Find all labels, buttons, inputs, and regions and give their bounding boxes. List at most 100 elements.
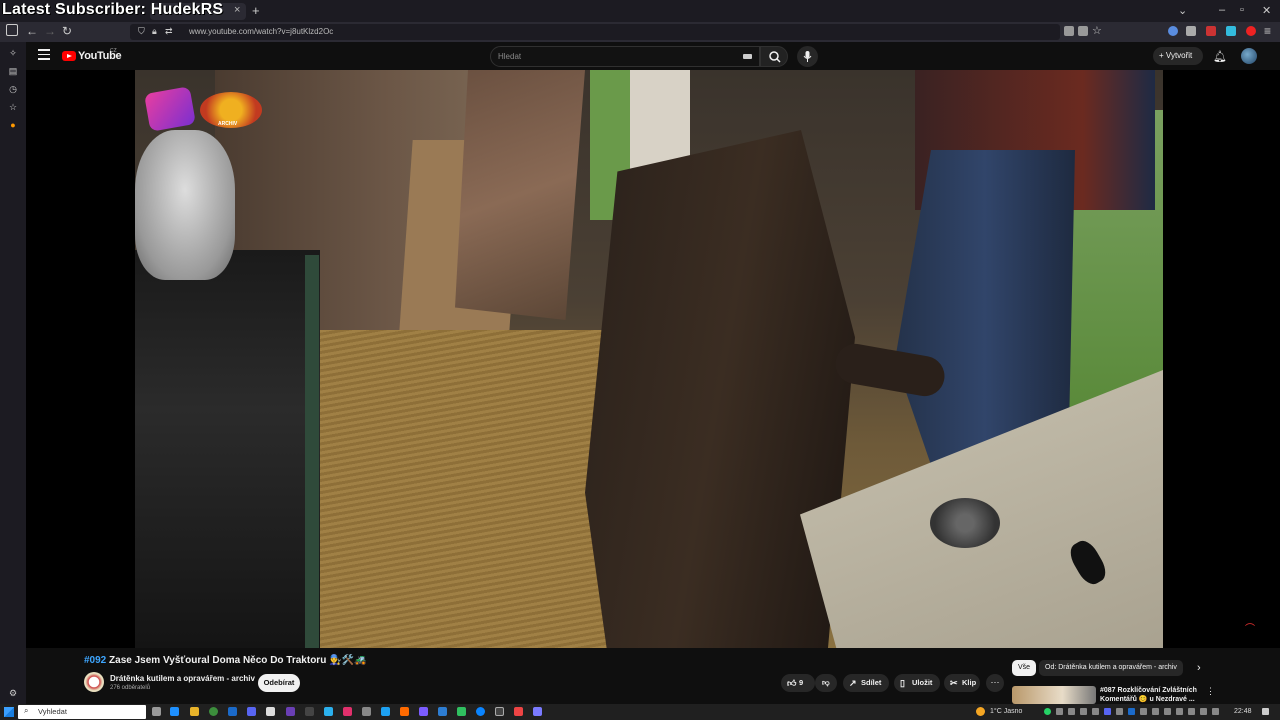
terminal-icon[interactable] xyxy=(305,707,314,716)
video-scene-metal-sheet xyxy=(455,70,585,320)
taskbar-app-7-icon[interactable] xyxy=(457,707,466,716)
battery-icon[interactable] xyxy=(1212,708,1219,715)
taskbar-app-8-icon[interactable] xyxy=(514,707,523,716)
obs-icon[interactable] xyxy=(286,707,295,716)
chip-all[interactable]: Vše xyxy=(1012,660,1037,676)
weather-icon[interactable] xyxy=(976,707,985,716)
edge-icon[interactable] xyxy=(476,707,485,716)
search-button[interactable] xyxy=(760,46,788,67)
clip-button[interactable]: ✂ Klip xyxy=(944,674,980,692)
whatsapp-tray-icon[interactable] xyxy=(1044,708,1051,715)
dislike-button[interactable]: 👎︎ xyxy=(815,674,837,692)
video-title: #092 Zase Jsem Vyšťoural Doma Něco Do Tr… xyxy=(84,655,366,666)
extension-home-icon[interactable] xyxy=(1186,26,1196,36)
extension-sidebar-icon[interactable]: ● xyxy=(8,120,18,130)
account-avatar[interactable] xyxy=(1241,48,1257,64)
youtube-logo-icon[interactable] xyxy=(62,51,76,61)
taskbar-app-icon[interactable] xyxy=(170,707,179,716)
share-button[interactable]: ↗ Sdílet xyxy=(843,674,889,692)
ai-chat-icon[interactable]: ✧ xyxy=(8,48,18,58)
like-button[interactable]: 👍︎ 9 xyxy=(781,674,815,692)
recommended-video-title[interactable]: #087 Rozklíčování Zvláštních Komentářů 😊… xyxy=(1100,686,1200,704)
steam-icon[interactable] xyxy=(228,707,237,716)
tray-icon-3[interactable] xyxy=(1080,708,1087,715)
bookmark-star-icon[interactable]: ☆ xyxy=(1092,24,1102,37)
notifications-bell-icon[interactable]: 🔔︎ xyxy=(1213,50,1227,63)
sidebar-tabs-icon[interactable]: ▤ xyxy=(8,66,18,76)
firefox-active-icon[interactable] xyxy=(495,707,504,716)
close-window-icon[interactable]: ✕ xyxy=(1262,4,1271,17)
taskbar-app-2-icon[interactable] xyxy=(362,707,371,716)
channel-name[interactable]: Drátěnka kutilem a opravářem - archiv xyxy=(110,674,255,683)
reload-icon[interactable]: ↻ xyxy=(62,24,72,38)
search-input[interactable] xyxy=(490,46,760,67)
keyboard-icon[interactable] xyxy=(743,54,752,59)
video-frame[interactable] xyxy=(135,70,1163,648)
taskbar-app-5-icon[interactable] xyxy=(419,707,428,716)
extension-translate-icon[interactable] xyxy=(1226,26,1236,36)
taskbar-app-9-icon[interactable] xyxy=(533,707,542,716)
tray-icon-6[interactable] xyxy=(1140,708,1147,715)
bookmarks-icon[interactable]: ☆ xyxy=(8,102,18,112)
history-icon[interactable]: ◷ xyxy=(8,84,18,94)
clock[interactable]: 22:48 xyxy=(1234,708,1252,715)
more-actions-icon[interactable]: ⋯ xyxy=(986,674,1004,692)
create-button[interactable]: + Vytvořit xyxy=(1153,47,1203,65)
extension-overlay-icon[interactable]: ⌒ xyxy=(1245,620,1255,635)
windows-start-icon[interactable] xyxy=(4,707,14,717)
tray-icon-5[interactable] xyxy=(1116,708,1123,715)
taskbar-app-3-icon[interactable] xyxy=(381,707,390,716)
wifi-icon[interactable] xyxy=(1188,708,1195,715)
chevron-right-icon[interactable]: › xyxy=(1197,662,1201,674)
save-button[interactable]: ▯ Uložit xyxy=(894,674,940,692)
steam-tray-icon[interactable] xyxy=(1128,708,1135,715)
maximize-icon[interactable]: ▫ xyxy=(1240,4,1244,16)
task-view-icon[interactable] xyxy=(152,707,161,716)
extension-youtube-icon[interactable] xyxy=(1246,26,1256,36)
tray-icon-1[interactable] xyxy=(1056,708,1063,715)
forward-icon[interactable]: → xyxy=(44,24,56,38)
shield-icon[interactable]: ⛉ xyxy=(138,26,145,37)
pip-icon[interactable] xyxy=(1064,26,1074,36)
hamburger-menu-icon[interactable] xyxy=(38,49,50,60)
lock-icon[interactable]: 🔒︎ xyxy=(152,26,157,37)
channel-avatar[interactable] xyxy=(84,672,104,692)
browser-menu-icon[interactable]: ≡ xyxy=(1264,24,1271,38)
tray-icon-2[interactable] xyxy=(1068,708,1075,715)
reader-icon[interactable] xyxy=(1078,26,1088,36)
notifications-icon[interactable] xyxy=(1262,708,1269,715)
sidebar-toggle-icon[interactable] xyxy=(6,24,18,36)
tab-close-icon[interactable]: × xyxy=(234,4,240,16)
chrome-icon[interactable] xyxy=(209,707,218,716)
taskbar-app-4-icon[interactable] xyxy=(400,707,409,716)
recommended-video-thumbnail[interactable] xyxy=(1012,686,1096,704)
volume-icon[interactable] xyxy=(1200,708,1207,715)
sidebar-settings-icon[interactable]: ⚙ xyxy=(8,688,18,698)
weather-widget[interactable]: 1°C Jasno xyxy=(990,708,1022,715)
new-tab-button[interactable]: + xyxy=(252,3,260,18)
chip-from-channel[interactable]: Od: Drátěnka kutilem a opravářem - archi… xyxy=(1039,660,1183,676)
telegram-icon[interactable] xyxy=(324,707,333,716)
notepad-icon[interactable] xyxy=(266,707,275,716)
extension-account-icon[interactable] xyxy=(1168,26,1178,36)
instagram-icon[interactable] xyxy=(343,707,352,716)
taskbar-app-6-icon[interactable] xyxy=(438,707,447,716)
tray-icon-8[interactable] xyxy=(1164,708,1171,715)
back-icon[interactable]: ← xyxy=(26,24,38,38)
url-text[interactable]: www.youtube.com/watch?v=j8utKlzd2Oc xyxy=(189,27,333,36)
tab-list-icon[interactable]: ⌄ xyxy=(1178,4,1187,17)
network-icon[interactable] xyxy=(1176,708,1183,715)
tray-icon-7[interactable] xyxy=(1152,708,1159,715)
permissions-icon[interactable]: ⇄ xyxy=(165,26,173,37)
tray-icon-4[interactable] xyxy=(1092,708,1099,715)
voice-search-button[interactable] xyxy=(797,46,818,67)
discord-icon[interactable] xyxy=(247,707,256,716)
minimize-icon[interactable]: – xyxy=(1219,4,1225,16)
browser-sidebar xyxy=(0,42,26,704)
subscribe-button[interactable]: Odebírat xyxy=(258,674,300,692)
extension-badge-icon[interactable] xyxy=(1206,26,1216,36)
recommended-more-icon[interactable]: ⋮ xyxy=(1206,686,1215,697)
file-explorer-icon[interactable] xyxy=(190,707,199,716)
video-hashtag[interactable]: #092 xyxy=(84,655,106,666)
discord-tray-icon[interactable] xyxy=(1104,708,1111,715)
